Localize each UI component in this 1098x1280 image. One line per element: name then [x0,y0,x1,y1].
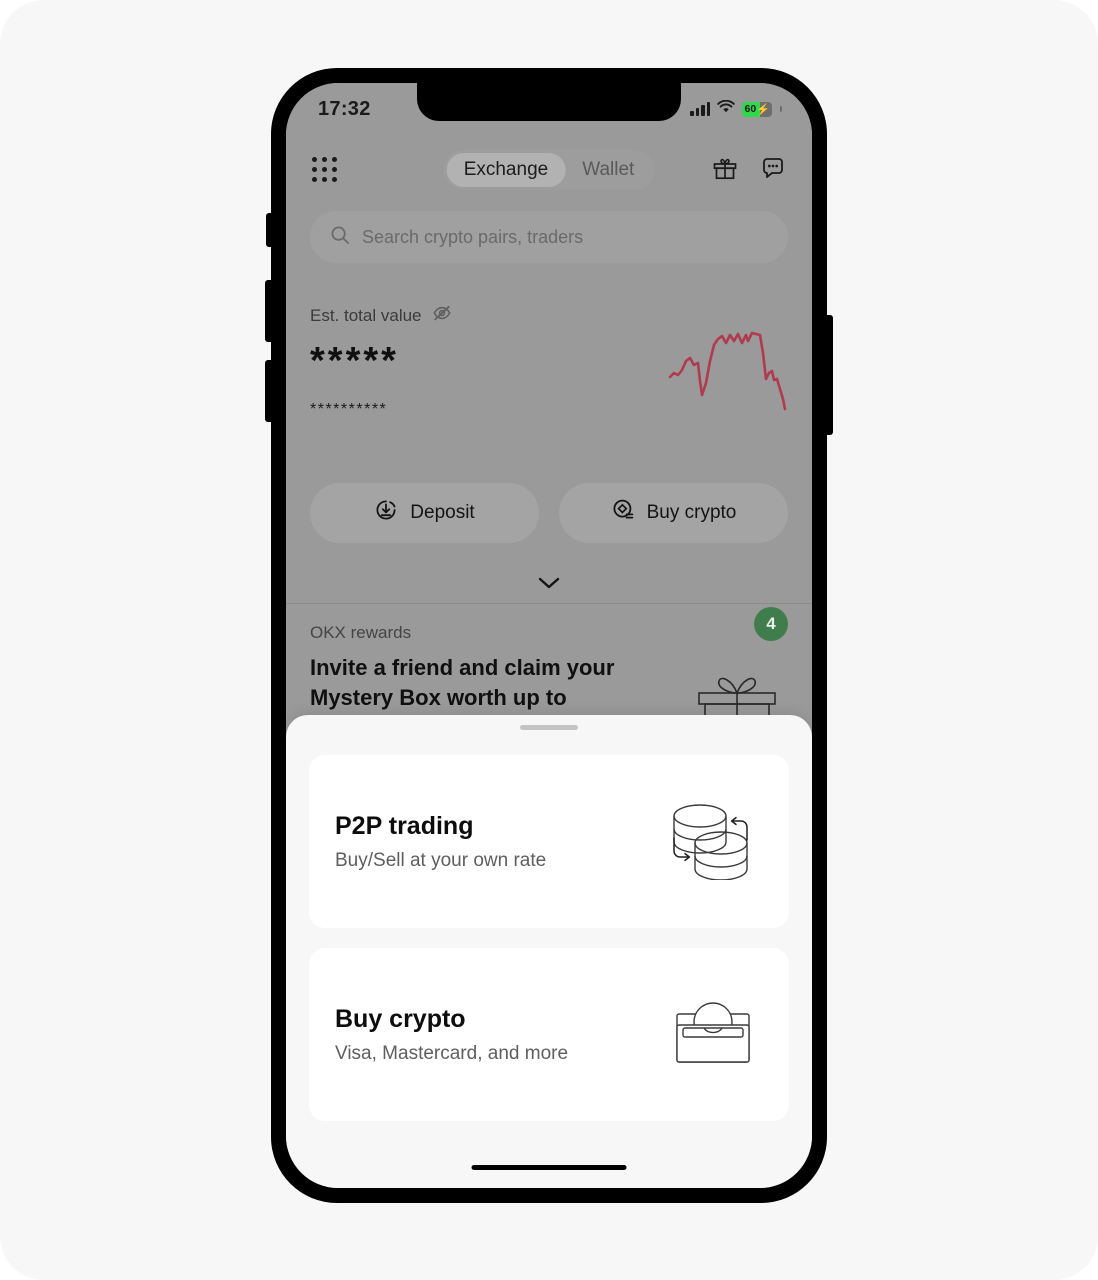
primary-action-buttons: Deposit Buy crypto [310,483,788,543]
buy-crypto-card-subtitle: Visa, Mastercard, and more [335,1042,569,1064]
est-total-value-label: Est. total value [310,305,422,325]
chat-bubble-icon[interactable] [760,155,786,186]
sheet-drag-handle[interactable] [520,725,578,730]
phone-screen: 17:32 60 ⚡ Exchange Wallet Search crypto… [286,83,812,1188]
phone-device-frame: 17:32 60 ⚡ Exchange Wallet Search crypto… [265,68,833,1203]
balance-section: Est. total value ***** ********** [310,303,788,418]
okx-rewards-badge[interactable]: 4 [754,607,788,641]
volume-down-button[interactable] [265,360,272,422]
battery-charging-icon: ⚡ [756,103,770,116]
battery-cap [780,106,782,112]
okx-rewards-label: OKX rewards [310,623,412,642]
balance-sparkline-chart [668,331,787,411]
cellular-signal-icon [690,102,710,116]
header-action-icons [712,155,786,186]
p2p-coins-swap-icon [663,798,757,885]
chevron-down-icon[interactable] [536,575,562,596]
power-button[interactable] [826,315,833,435]
buy-crypto-button-label: Buy crypto [646,502,737,523]
mute-switch-button[interactable] [266,213,272,247]
status-bar-indicators: 60 ⚡ [690,99,782,119]
buy-crypto-button[interactable]: Buy crypto [559,483,788,543]
section-divider [286,603,812,604]
buy-crypto-circle-icon [611,498,635,528]
download-circle-icon [374,498,398,528]
p2p-trading-card-title: P2P trading [335,811,474,840]
p2p-trading-card[interactable]: P2P trading Buy/Sell at your own rate [309,755,789,928]
home-indicator-bar[interactable] [471,1164,627,1170]
search-icon [330,225,350,250]
buy-crypto-card[interactable]: Buy crypto Visa, Mastercard, and more [309,948,789,1121]
deposit-button-label: Deposit [410,502,475,523]
exchange-wallet-segmented-control: Exchange Wallet [443,150,655,190]
gift-icon[interactable] [712,155,738,186]
tab-exchange[interactable]: Exchange [446,153,566,187]
buy-crypto-card-text: Buy crypto Visa, Mastercard, and more [335,1004,569,1064]
device-notch [417,83,681,121]
p2p-trading-card-text: P2P trading Buy/Sell at your own rate [335,811,547,871]
p2p-trading-card-subtitle: Buy/Sell at your own rate [335,849,547,871]
search-placeholder-text: Search crypto pairs, traders [362,226,584,247]
eye-off-icon[interactable] [432,303,452,328]
volume-up-button[interactable] [265,280,272,342]
search-input[interactable]: Search crypto pairs, traders [310,211,788,263]
app-header: Exchange Wallet [286,143,812,197]
tab-wallet[interactable]: Wallet [565,153,651,187]
screenshot-canvas: 17:32 60 ⚡ Exchange Wallet Search crypto… [0,0,1098,1280]
buy-crypto-card-title: Buy crypto [335,1004,466,1033]
deposit-button[interactable]: Deposit [310,483,539,543]
wallet-coin-icon [669,995,757,1074]
status-bar-time: 17:32 [318,97,371,120]
app-grid-icon[interactable] [312,157,338,183]
wifi-icon [717,99,735,119]
bottom-sheet: P2P trading Buy/Sell at your own rate Bu… [286,715,812,1188]
battery-percent-label: 60 [744,102,757,115]
battery-icon: 60 ⚡ [742,101,772,117]
